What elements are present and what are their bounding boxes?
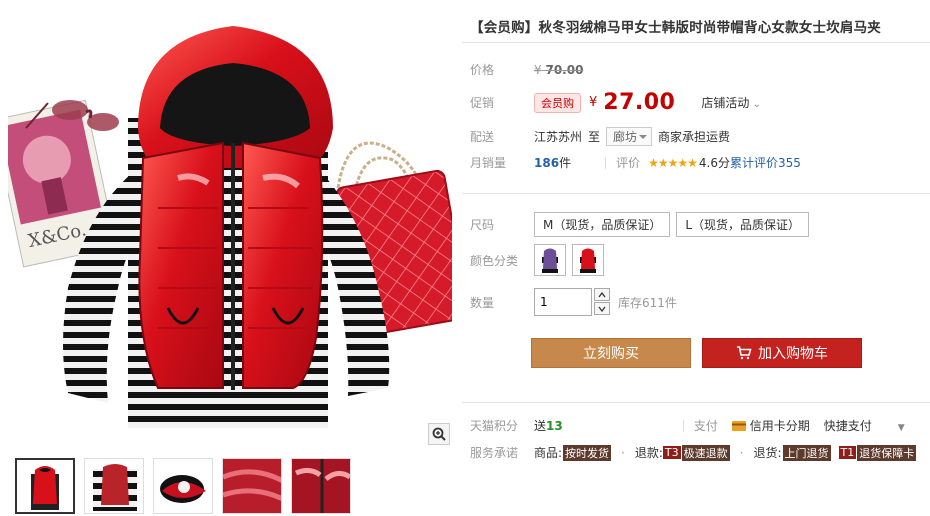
original-price-currency: ¥	[534, 62, 542, 77]
chevron-up-icon	[598, 291, 606, 297]
service-goods-prefix: 商品:	[534, 446, 563, 460]
caret-down-icon: ▼	[897, 423, 905, 433]
return-guarantee-badge[interactable]: 退货保障卡	[857, 444, 917, 461]
divider	[462, 402, 930, 403]
promo-label: 促销	[470, 96, 495, 110]
product-info-panel: 【会员购】秋冬羽绒棉马甲女士韩版时尚带帽背心女款女士坎肩马夹 价格 ¥ 70.0…	[462, 0, 930, 516]
zoom-icon[interactable]	[428, 423, 450, 445]
product-photo-vest: X&Co.	[8, 26, 452, 428]
service-return-prefix: 退货:	[753, 446, 782, 460]
t1-badge: T1	[838, 446, 857, 459]
sales-row: 月销量 186 件 评价 ★★★★★ 4.6分 累计评价355	[470, 154, 801, 171]
t3-badge: T3	[662, 446, 681, 459]
color-row: 颜色分类	[470, 244, 610, 276]
points-row: 天猫积分 送 13 支付 信用卡分期 快捷支付 ▼	[470, 417, 905, 434]
quick-pay-dropdown[interactable]: 快捷支付 ▼	[824, 417, 905, 434]
thumbnail-3[interactable]	[153, 458, 213, 514]
rating-stars-icon: ★★★★★	[648, 155, 698, 170]
member-badge: 会员购	[534, 92, 581, 113]
divider	[462, 42, 930, 43]
payment-label: 支付	[693, 419, 718, 433]
service-row: 服务承诺 商品: 按时发货 · 退款: T3 极速退款 · 退货: 上门退货 T1 退货保…	[470, 444, 917, 461]
shipping-row: 配送 江苏苏州 至 廊坊 商家承担运费	[470, 127, 730, 146]
color-label: 颜色分类	[470, 253, 519, 268]
shop-activity-label: 店铺活动	[701, 96, 750, 110]
thumbnail-strip	[15, 458, 351, 514]
thumbnail-2[interactable]	[84, 458, 144, 514]
credit-card-icon	[731, 420, 746, 431]
add-to-cart-button[interactable]: 加入购物车	[702, 338, 862, 368]
promo-row: 促销 会员购 ¥ 27.00 店铺活动 ⌄	[470, 90, 761, 115]
credit-card-label: 信用卡分期	[749, 419, 810, 433]
quantity-input[interactable]	[534, 288, 592, 316]
stock-count: 库存611件	[618, 295, 677, 310]
color-swatch-purple[interactable]	[534, 244, 566, 276]
service-refund-prefix: 退款:	[634, 446, 663, 460]
quantity-label: 数量	[470, 295, 495, 310]
size-label: 尺码	[470, 218, 495, 232]
divider	[605, 156, 607, 169]
destination-select[interactable]: 廊坊	[606, 127, 653, 146]
points-send: 送	[534, 419, 547, 433]
main-product-image[interactable]: X&Co.	[8, 8, 452, 448]
size-option-l[interactable]: L（现货，品质保证）	[676, 212, 810, 237]
promo-price: 27.00	[603, 90, 676, 115]
shop-activity-dropdown[interactable]: 店铺活动 ⌄	[701, 94, 761, 111]
rating-score: 4.6分	[698, 156, 730, 170]
fast-refund-badge[interactable]: 极速退款	[681, 444, 730, 461]
divider	[462, 193, 930, 194]
quick-pay-label: 快捷支付	[823, 419, 872, 433]
price-row: 价格 ¥ 70.00	[470, 61, 583, 78]
credit-card-installment[interactable]: 信用卡分期	[731, 417, 810, 434]
chevron-down-icon: ⌄	[749, 99, 761, 110]
service-label: 服务承诺	[470, 446, 519, 460]
thumbnail-5[interactable]	[291, 458, 351, 514]
quantity-increase-button[interactable]	[594, 288, 610, 301]
original-price-value: 70.00	[545, 62, 584, 77]
promo-currency: ¥	[589, 95, 598, 110]
shipping-to: 至	[588, 130, 601, 144]
product-title: 【会员购】秋冬羽绒棉马甲女士韩版时尚带帽背心女款女士坎肩马夹	[470, 20, 881, 36]
price-label: 价格	[470, 63, 495, 77]
shipping-label: 配送	[470, 130, 495, 144]
chevron-down-icon	[598, 306, 606, 312]
points-label: 天猫积分	[470, 419, 519, 433]
rating-label: 评价	[616, 156, 641, 170]
buy-now-button[interactable]: 立刻购买	[531, 338, 691, 368]
shipping-note: 商家承担运费	[658, 130, 731, 144]
quantity-decrease-button[interactable]	[594, 302, 610, 315]
on-time-delivery-badge[interactable]: 按时发货	[563, 444, 612, 461]
original-price: ¥ 70.00	[534, 63, 583, 77]
quantity-row: 数量 库存611件	[470, 288, 677, 316]
quantity-stepper	[594, 288, 610, 316]
monthly-sales-label: 月销量	[470, 156, 507, 170]
review-count-link[interactable]: 累计评价355	[730, 154, 801, 171]
thumbnail-4[interactable]	[222, 458, 282, 514]
home-return-badge[interactable]: 上门退货	[782, 444, 831, 461]
separator-dot: ·	[739, 445, 744, 460]
size-row: 尺码 M（现货，品质保证） L（现货，品质保证）	[470, 212, 815, 237]
monthly-sales-unit: 件	[559, 156, 572, 170]
size-option-m[interactable]: M（现货，品质保证）	[534, 212, 671, 237]
color-swatch-red[interactable]	[572, 244, 604, 276]
divider	[682, 419, 684, 432]
shopping-cart-icon	[737, 346, 752, 360]
add-to-cart-label: 加入购物车	[758, 346, 828, 362]
shipping-origin: 江苏苏州	[534, 130, 583, 144]
points-amount: 13	[546, 418, 563, 433]
separator-dot: ·	[621, 445, 625, 460]
thumbnail-1[interactable]	[15, 458, 75, 514]
monthly-sales-count: 186	[534, 155, 560, 170]
